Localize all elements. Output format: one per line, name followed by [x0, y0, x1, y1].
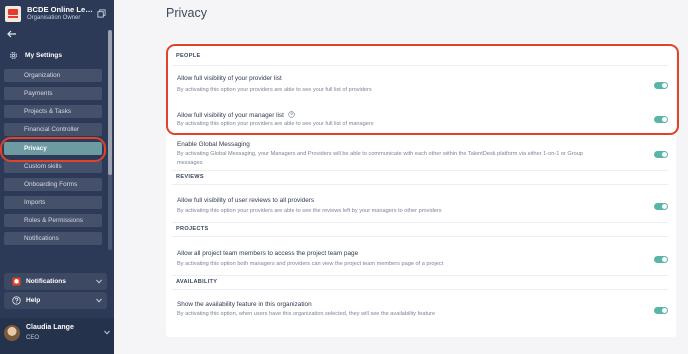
divider — [172, 170, 668, 171]
divider — [172, 222, 668, 223]
question-icon — [12, 296, 21, 305]
setting-title-project-team-page: Allow all project team members to access… — [177, 250, 359, 257]
sidebar-item-projects-tasks[interactable]: Projects & Tasks — [4, 105, 102, 118]
setting-title-global-messaging: Enable Global Messaging — [177, 141, 250, 148]
section-projects: PROJECTS — [176, 226, 209, 232]
org-logo — [5, 6, 21, 22]
user-role: CEO — [26, 335, 40, 341]
sidebar-item-onboarding-forms[interactable]: Onboarding Forms — [4, 178, 102, 191]
toggle-user-reviews[interactable] — [654, 203, 668, 210]
section-reviews: REVIEWS — [176, 174, 204, 180]
setting-title-user-reviews: Allow full visibility of user reviews to… — [177, 197, 315, 204]
org-switcher[interactable]: BCDE Online Lear... Organisation Owner — [0, 0, 114, 28]
sidebar-scrollbar[interactable] — [108, 30, 112, 250]
setting-desc-project-team-page: By activating this option both managers … — [177, 261, 444, 267]
notifications-menu[interactable]: Notifications — [4, 273, 107, 290]
setting-desc-availability: By activating this option, when users ha… — [177, 311, 436, 317]
sidebar: BCDE Online Lear... Organisation Owner M… — [0, 0, 114, 354]
setting-desc-global-messaging-cont: messages — [177, 160, 203, 166]
bell-icon — [12, 277, 21, 286]
org-name: BCDE Online Lear... — [27, 5, 97, 14]
avatar — [4, 325, 20, 341]
setting-desc-global-messaging: By activating Global Messaging, your Man… — [177, 151, 583, 157]
divider — [172, 236, 668, 237]
my-settings-label: My Settings — [25, 52, 63, 59]
setting-desc-user-reviews: By activating this option your providers… — [177, 208, 442, 214]
people-highlight-annotation — [166, 44, 679, 135]
sidebar-item-roles-permissions[interactable]: Roles & Permissions — [4, 214, 102, 227]
toggle-global-messaging[interactable] — [654, 151, 668, 158]
divider — [172, 289, 668, 290]
help-menu[interactable]: Help — [4, 292, 107, 309]
sidebar-item-financial-controller[interactable]: Financial Controller — [4, 123, 102, 136]
help-menu-label: Help — [26, 297, 41, 304]
back-arrow-icon[interactable] — [7, 30, 17, 38]
org-role: Organisation Owner — [27, 15, 81, 21]
sidebar-item-payments[interactable]: Payments — [4, 87, 102, 100]
chevron-down-icon — [96, 279, 102, 284]
my-settings-header: My Settings — [0, 50, 114, 62]
setting-title-availability: Show the availability feature in this or… — [177, 301, 312, 308]
page-title: Privacy — [166, 6, 207, 20]
gear-icon — [9, 51, 18, 60]
sidebar-item-notifications[interactable]: Notifications — [4, 232, 102, 245]
privacy-highlight-annotation — [0, 137, 106, 162]
sidebar-scroll-thumb[interactable] — [108, 30, 112, 175]
sidebar-item-organization[interactable]: Organization — [4, 69, 102, 82]
divider — [172, 275, 668, 276]
notifications-menu-label: Notifications — [26, 278, 66, 285]
switch-org-icon[interactable] — [97, 9, 106, 18]
section-availability: AVAILABILITY — [176, 279, 218, 285]
chevron-down-icon — [96, 298, 102, 303]
chevron-down-icon — [104, 330, 110, 335]
user-menu[interactable]: Claudia Lange CEO — [0, 318, 114, 354]
toggle-availability[interactable] — [654, 307, 668, 314]
divider — [172, 184, 668, 185]
toggle-project-team-page[interactable] — [654, 256, 668, 263]
user-name: Claudia Lange — [26, 324, 74, 331]
sidebar-item-imports[interactable]: Imports — [4, 196, 102, 209]
